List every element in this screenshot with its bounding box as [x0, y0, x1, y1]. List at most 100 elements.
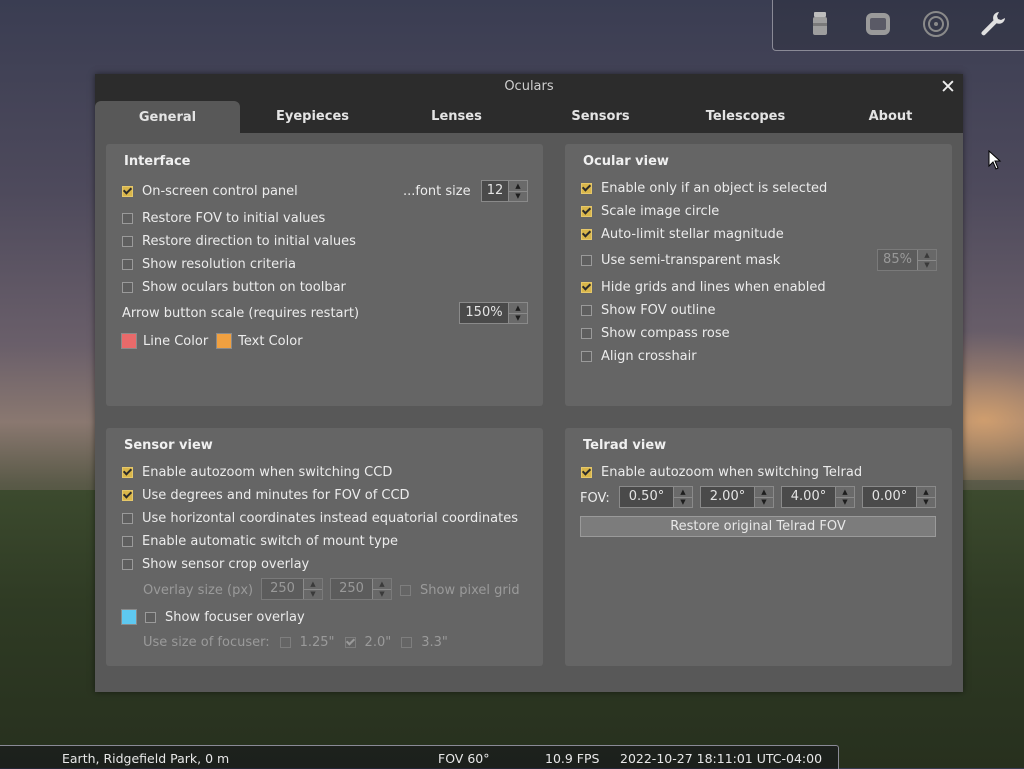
restore-telrad-fov-button[interactable]: Restore original Telrad FOV: [580, 516, 936, 537]
scale-image-circle-option[interactable]: Scale image circle: [581, 201, 719, 221]
autozoom-telrad-checkbox[interactable]: [581, 466, 592, 478]
spin-up-icon[interactable]: ▲: [674, 487, 692, 498]
spin-down-icon[interactable]: ▼: [373, 590, 391, 600]
auto-mount-option[interactable]: Enable automatic switch of mount type: [122, 531, 398, 551]
line-color-swatch[interactable]: [121, 333, 137, 349]
size-33-checkbox[interactable]: [401, 636, 413, 648]
show-fov-outline-checkbox[interactable]: [581, 304, 592, 316]
font-size-label-row: ...font size: [403, 181, 471, 201]
close-button[interactable]: ✕: [937, 76, 959, 98]
pixel-grid-checkbox[interactable]: [400, 584, 411, 596]
semi-mask-option[interactable]: Use semi-transparent mask: [581, 250, 780, 270]
focuser-overlay-checkbox[interactable]: [145, 611, 156, 623]
restore-direction-option[interactable]: Restore direction to initial values: [122, 231, 356, 251]
font-size-value[interactable]: 12: [482, 181, 508, 201]
semi-mask-value[interactable]: 85%: [878, 250, 917, 270]
degrees-minutes-checkbox[interactable]: [122, 489, 133, 501]
show-compass-option[interactable]: Show compass rose: [581, 323, 730, 343]
align-crosshair-checkbox[interactable]: [581, 350, 592, 362]
arrow-scale-spinbox[interactable]: 150% ▲ ▼: [459, 302, 528, 324]
focuser-color-swatch[interactable]: [121, 609, 137, 625]
spin-up-icon[interactable]: ▲: [373, 579, 391, 590]
wrench-icon[interactable]: [978, 9, 1008, 39]
tab-eyepieces[interactable]: Eyepieces: [240, 100, 385, 133]
telrad-fov-4-spinbox[interactable]: 0.00° ▲ ▼: [862, 486, 936, 508]
pixel-grid-option[interactable]: Show pixel grid: [400, 580, 520, 600]
telrad-icon[interactable]: [921, 9, 951, 39]
text-color-swatch[interactable]: [216, 333, 233, 349]
spin-down-icon[interactable]: ▼: [755, 498, 773, 508]
spin-down-icon[interactable]: ▼: [509, 314, 527, 324]
semi-mask-spinbox[interactable]: 85% ▲ ▼: [877, 249, 937, 271]
tab-sensors[interactable]: Sensors: [528, 100, 673, 133]
telrad-fov-4-value[interactable]: 0.00°: [863, 487, 916, 507]
spin-up-icon[interactable]: ▲: [509, 181, 527, 192]
telrad-fov-1-spinbox[interactable]: 0.50° ▲ ▼: [619, 486, 693, 508]
autozoom-telrad-option[interactable]: Enable autozoom when switching Telrad: [581, 462, 862, 482]
tab-about[interactable]: About: [818, 100, 963, 133]
auto-limit-checkbox[interactable]: [581, 228, 592, 240]
spin-down-icon[interactable]: ▼: [836, 498, 854, 508]
autozoom-ccd-option[interactable]: Enable autozoom when switching CCD: [122, 462, 392, 482]
overlay-height-spinbox[interactable]: 250 ▲ ▼: [330, 578, 392, 600]
crop-overlay-checkbox[interactable]: [122, 558, 133, 570]
tab-general[interactable]: General: [95, 101, 240, 133]
sensor-frame-icon[interactable]: [863, 9, 893, 39]
spin-down-icon[interactable]: ▼: [674, 498, 692, 508]
align-crosshair-option[interactable]: Align crosshair: [581, 346, 697, 366]
spin-down-icon[interactable]: ▼: [917, 498, 935, 508]
show-fov-outline-option[interactable]: Show FOV outline: [581, 300, 715, 320]
onscreen-control-option[interactable]: On-screen control panel: [122, 181, 298, 201]
show-oculars-button-checkbox[interactable]: [122, 281, 133, 293]
auto-mount-checkbox[interactable]: [122, 535, 133, 547]
telrad-fov-3-spinbox[interactable]: 4.00° ▲ ▼: [781, 486, 855, 508]
scale-image-circle-checkbox[interactable]: [581, 205, 592, 217]
restore-direction-checkbox[interactable]: [122, 235, 133, 247]
telrad-fov-1-value[interactable]: 0.50°: [620, 487, 673, 507]
overlay-width-spinbox[interactable]: 250 ▲ ▼: [261, 578, 323, 600]
autozoom-ccd-checkbox[interactable]: [122, 466, 133, 478]
oculars-dialog: Oculars ✕ General Eyepieces Lenses Senso…: [95, 74, 963, 692]
spin-up-icon[interactable]: ▲: [304, 579, 322, 590]
degrees-minutes-option[interactable]: Use degrees and minutes for FOV of CCD: [122, 485, 410, 505]
telrad-fov-2-value[interactable]: 2.00°: [701, 487, 754, 507]
spin-up-icon[interactable]: ▲: [836, 487, 854, 498]
telrad-fov-2-spinbox[interactable]: 2.00° ▲ ▼: [700, 486, 774, 508]
overlay-width-value[interactable]: 250: [262, 579, 303, 599]
horizontal-coords-checkbox[interactable]: [122, 512, 133, 524]
tab-lenses[interactable]: Lenses: [384, 100, 529, 133]
spin-down-icon[interactable]: ▼: [304, 590, 322, 600]
show-compass-checkbox[interactable]: [581, 327, 592, 339]
pixel-grid-label: Show pixel grid: [420, 582, 520, 598]
telrad-fov-3-value[interactable]: 4.00°: [782, 487, 835, 507]
crop-overlay-option[interactable]: Show sensor crop overlay: [122, 554, 309, 574]
size-20-checkbox[interactable]: [344, 636, 356, 648]
restore-fov-option[interactable]: Restore FOV to initial values: [122, 208, 325, 228]
overlay-height-value[interactable]: 250: [331, 579, 372, 599]
hide-grids-checkbox[interactable]: [581, 281, 592, 293]
semi-mask-checkbox[interactable]: [581, 254, 592, 266]
spin-up-icon[interactable]: ▲: [755, 487, 773, 498]
enable-only-selected-option[interactable]: Enable only if an object is selected: [581, 178, 827, 198]
dialog-titlebar[interactable]: Oculars: [95, 74, 963, 100]
spin-up-icon[interactable]: ▲: [917, 487, 935, 498]
horizontal-coords-option[interactable]: Use horizontal coordinates instead equat…: [122, 508, 518, 528]
size-125-checkbox[interactable]: [279, 636, 291, 648]
hide-grids-option[interactable]: Hide grids and lines when enabled: [581, 277, 826, 297]
enable-only-selected-checkbox[interactable]: [581, 182, 592, 194]
show-oculars-button-option[interactable]: Show oculars button on toolbar: [122, 277, 346, 297]
restore-fov-checkbox[interactable]: [122, 212, 133, 224]
spin-up-icon[interactable]: ▲: [509, 303, 527, 314]
ocular-icon[interactable]: [805, 9, 835, 39]
spin-up-icon[interactable]: ▲: [918, 250, 936, 261]
focuser-overlay-option[interactable]: Show focuser overlay: [121, 607, 305, 627]
spin-down-icon[interactable]: ▼: [918, 261, 936, 271]
auto-limit-option[interactable]: Auto-limit stellar magnitude: [581, 224, 784, 244]
show-resolution-option[interactable]: Show resolution criteria: [122, 254, 296, 274]
arrow-scale-value[interactable]: 150%: [460, 303, 508, 323]
spin-down-icon[interactable]: ▼: [509, 192, 527, 202]
show-resolution-checkbox[interactable]: [122, 258, 133, 270]
onscreen-control-checkbox[interactable]: [122, 185, 133, 197]
font-size-spinbox[interactable]: 12 ▲ ▼: [481, 180, 528, 202]
tab-telescopes[interactable]: Telescopes: [673, 100, 818, 133]
